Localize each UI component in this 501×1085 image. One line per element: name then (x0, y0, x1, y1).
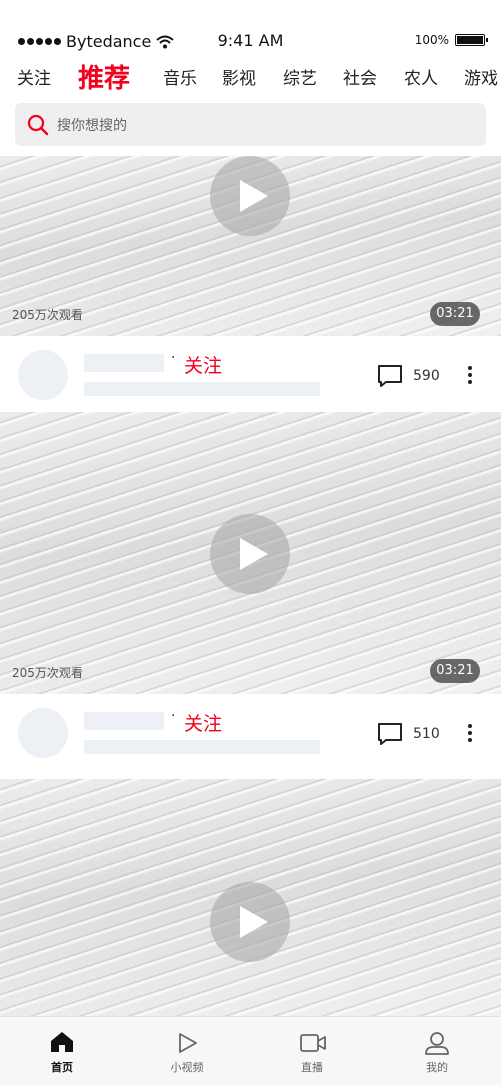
comment-count: 510 (413, 726, 440, 742)
video-thumbnail[interactable]: 205万次观看 03:21 (0, 412, 501, 694)
duration-badge: 03:21 (430, 659, 480, 683)
nav-home-label: 首页 (51, 1061, 73, 1074)
category-tabs: 关注 推荐 音乐 影视 综艺 社会 农人 游戏 (0, 58, 501, 96)
search-placeholder: 搜你想搜的 (57, 118, 127, 134)
more-options-icon[interactable] (460, 722, 480, 744)
camera-icon (300, 1034, 326, 1052)
tab-follow[interactable]: 关注 (17, 64, 51, 89)
view-count: 205万次观看 (12, 666, 83, 680)
separator-dot: · (171, 350, 176, 366)
home-icon (51, 1032, 73, 1052)
avatar[interactable] (18, 350, 68, 400)
video-thumbnail[interactable] (0, 779, 501, 1016)
tab-recommend[interactable]: 推荐 (78, 58, 130, 95)
play-button[interactable] (210, 514, 290, 594)
user-icon (425, 1032, 449, 1055)
tab-variety[interactable]: 综艺 (283, 64, 317, 89)
tab-music[interactable]: 音乐 (163, 64, 197, 89)
author-name-placeholder (84, 354, 164, 372)
follow-button[interactable]: 关注 (184, 351, 222, 378)
nav-short-video[interactable]: 小视频 (137, 1017, 237, 1085)
avatar[interactable] (18, 708, 68, 758)
separator-dot: · (171, 708, 176, 724)
play-icon (240, 906, 268, 938)
battery-status: 100% (414, 33, 488, 47)
nav-profile[interactable]: 我的 (387, 1017, 487, 1085)
play-icon (179, 1033, 197, 1053)
duration-badge: 03:21 (430, 302, 480, 326)
nav-home[interactable]: 首页 (12, 1017, 112, 1085)
play-icon (240, 180, 268, 212)
video-title-placeholder (84, 382, 320, 396)
battery-percent: 100% (414, 33, 449, 47)
video-title-placeholder (84, 740, 320, 754)
view-count: 205万次观看 (12, 308, 83, 322)
author-name-placeholder (84, 712, 164, 730)
comment-button[interactable]: 510 (377, 722, 440, 746)
comment-icon (378, 723, 402, 745)
battery-icon (455, 34, 488, 46)
tab-games[interactable]: 游戏 (464, 64, 498, 89)
status-bar: Bytedance 9:41 AM 100% (0, 0, 501, 56)
play-button[interactable] (210, 156, 290, 236)
tab-society[interactable]: 社会 (343, 64, 377, 89)
tab-farmers[interactable]: 农人 (404, 64, 438, 89)
comment-icon (378, 365, 402, 387)
follow-button[interactable]: 关注 (184, 709, 222, 736)
nav-profile-label: 我的 (426, 1061, 448, 1074)
comment-count: 590 (413, 368, 440, 384)
search-bar[interactable]: 搜你想搜的 (15, 103, 486, 146)
play-button[interactable] (210, 882, 290, 962)
search-icon (27, 114, 49, 136)
nav-short-video-label: 小视频 (170, 1061, 204, 1074)
tab-film[interactable]: 影视 (222, 64, 256, 89)
nav-live-label: 直播 (301, 1061, 323, 1074)
comment-button[interactable]: 590 (377, 364, 440, 388)
nav-live[interactable]: 直播 (262, 1017, 362, 1085)
play-icon (240, 538, 268, 570)
video-thumbnail[interactable]: 205万次观看 03:21 (0, 156, 501, 336)
more-options-icon[interactable] (460, 364, 480, 386)
video-meta: · 关注 510 (0, 694, 501, 770)
video-meta: · 关注 590 (0, 336, 501, 412)
bottom-nav: 首页 小视频 直播 我的 (0, 1016, 501, 1085)
